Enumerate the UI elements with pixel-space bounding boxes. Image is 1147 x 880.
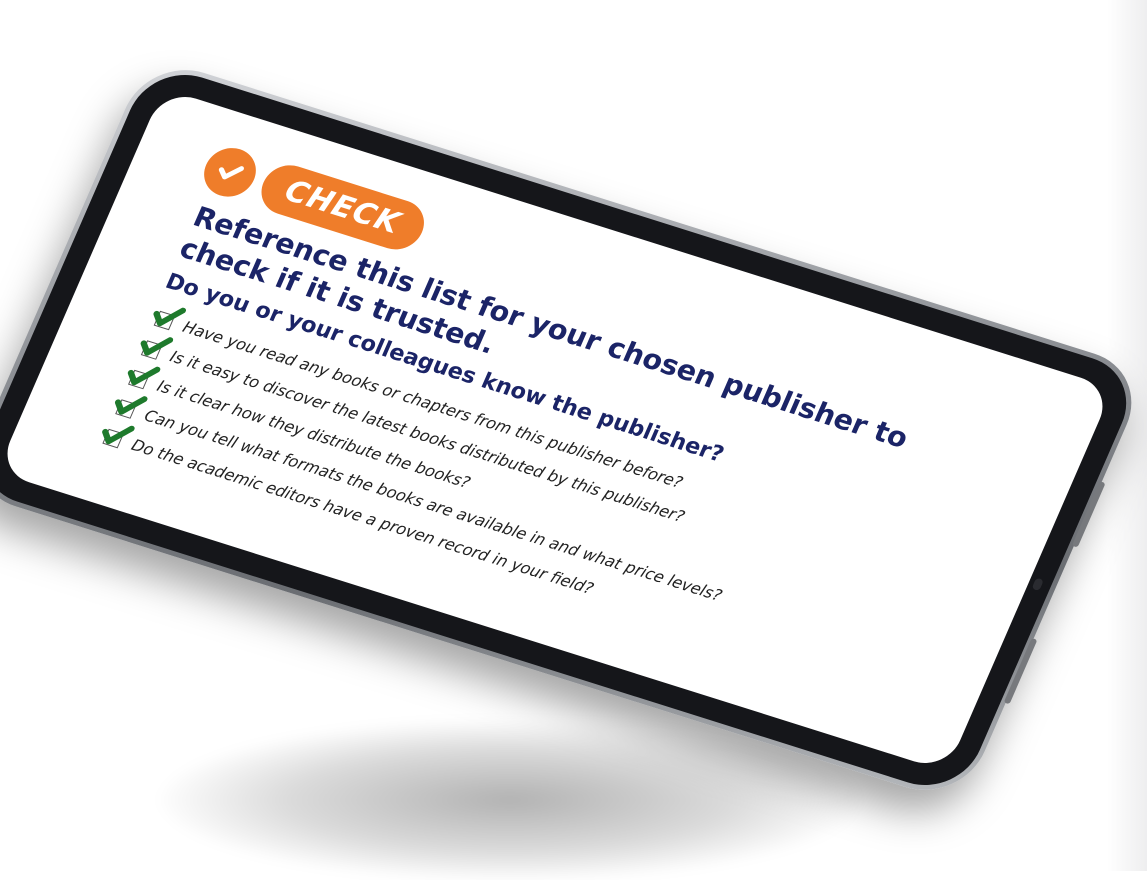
tablet-device: CHECK Reference this list for your chose… bbox=[0, 55, 1147, 805]
tablet-shadow bbox=[160, 720, 860, 880]
tablet-bezel: CHECK Reference this list for your chose… bbox=[0, 61, 1144, 799]
tablet-screen: CHECK Reference this list for your chose… bbox=[0, 88, 1114, 772]
checklist-card: CHECK Reference this list for your chose… bbox=[89, 141, 1085, 731]
checkmark-icon bbox=[219, 165, 245, 179]
camera-icon bbox=[1031, 577, 1044, 592]
check-circle-icon bbox=[196, 141, 265, 203]
